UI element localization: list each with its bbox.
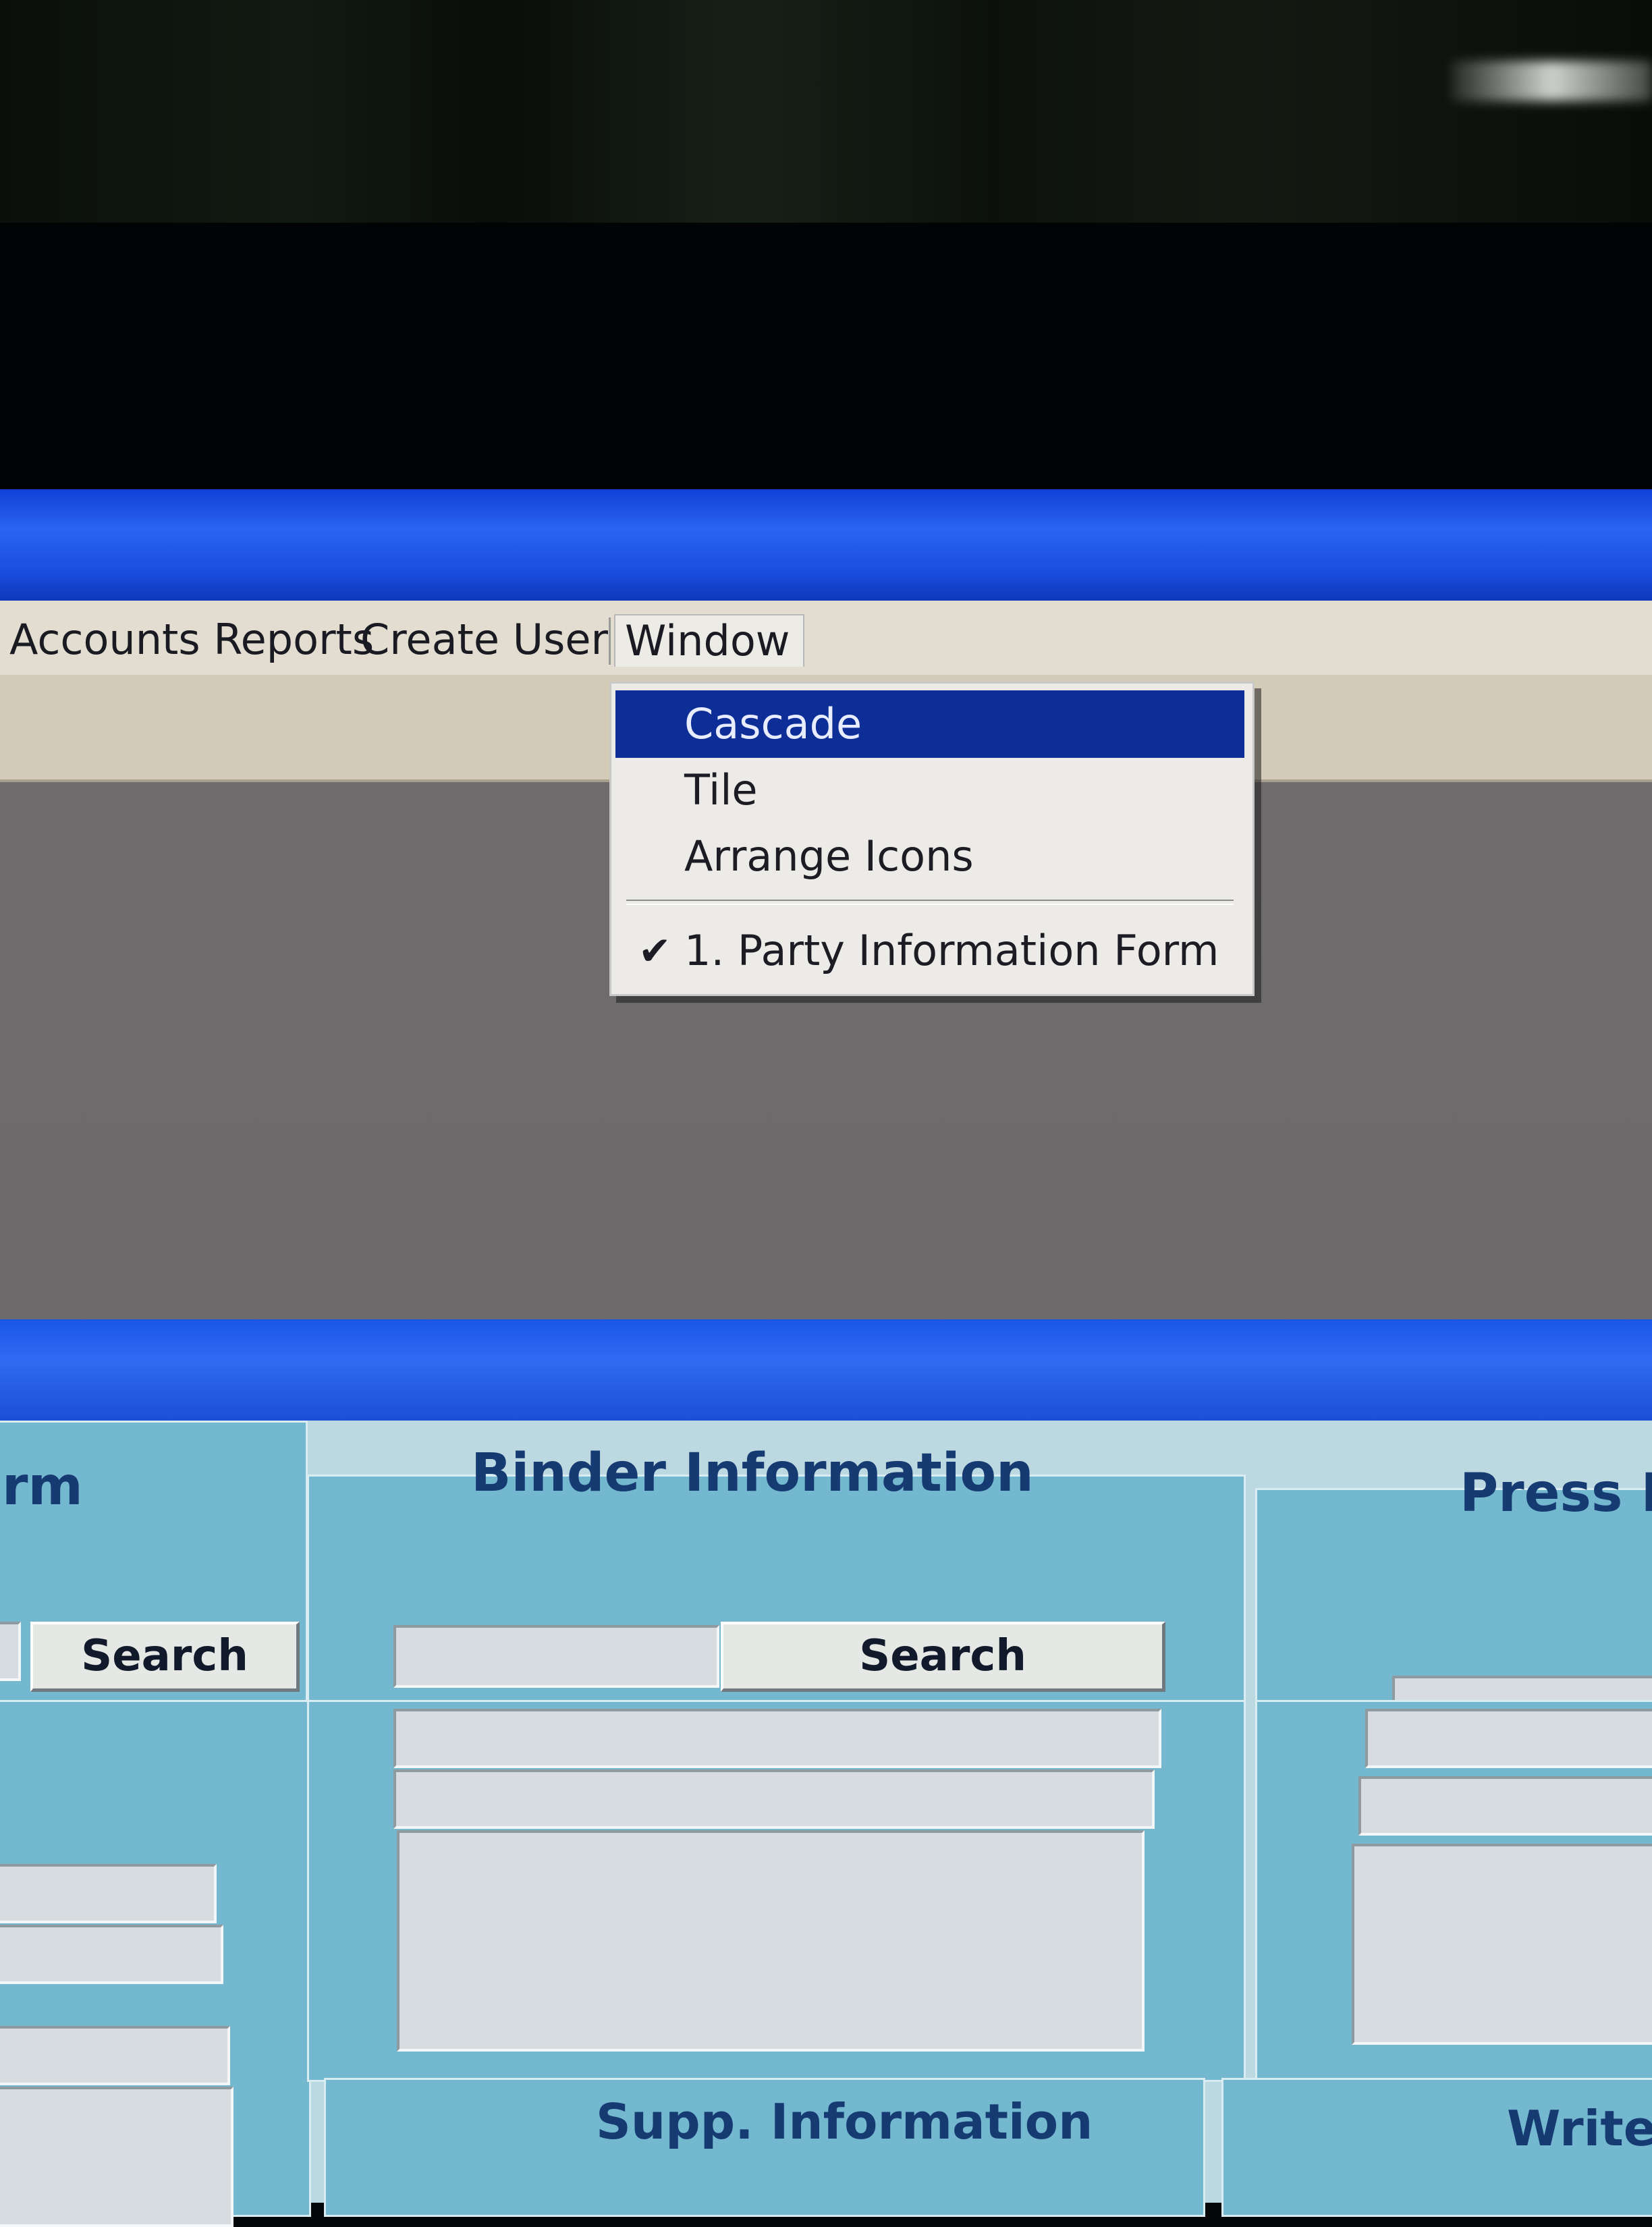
press-panel-title: Press I: [1460, 1463, 1652, 1524]
supp-information-panel: Supp. Information: [324, 2078, 1205, 2217]
background-room: [0, 0, 1652, 236]
write-panel: Write: [1221, 2078, 1652, 2217]
binder-search-input[interactable]: [393, 1625, 719, 1688]
write-panel-title: Write: [1507, 2100, 1652, 2157]
menu-accounts-reports[interactable]: Accounts Reports: [0, 614, 383, 665]
monitor-bezel: [0, 223, 1652, 493]
binder-panel-title: Binder Information: [471, 1443, 1034, 1504]
left-panel: rm Search: [0, 1421, 308, 1717]
menu-window[interactable]: Window: [614, 614, 804, 667]
binder-information-panel: Binder Information Search: [307, 1443, 1246, 1717]
press-information-panel: Press I: [1255, 1463, 1652, 1735]
binder-lower-panel: [307, 1700, 1246, 2082]
menu-item-arrange-icons[interactable]: Arrange Icons: [615, 823, 1244, 890]
binder-field-2[interactable]: [393, 1769, 1155, 1829]
menu-bar: Accounts Reports Create User Window: [0, 601, 1652, 676]
left-panel-title: rm: [2, 1456, 83, 1517]
party-information-form: rm Search Binder Information Search Pres…: [0, 1421, 1652, 1735]
checkmark-icon: ✔: [638, 928, 671, 974]
menu-item-cascade[interactable]: Cascade: [615, 690, 1244, 758]
binder-field-1[interactable]: [393, 1709, 1161, 1768]
press-notes-field[interactable]: [1352, 1844, 1652, 2045]
left-lower-panel: [0, 1700, 311, 2227]
left-search-input[interactable]: [0, 1622, 21, 1681]
menu-separator: [626, 900, 1234, 905]
supp-panel-title: Supp. Information: [596, 2093, 1093, 2150]
press-field-1[interactable]: [1365, 1709, 1652, 1768]
left-field-2[interactable]: [0, 1925, 223, 1984]
binder-notes-field[interactable]: [397, 1830, 1145, 2052]
form-lower-area: Supp. Information Write: [0, 1700, 1652, 2227]
menu-separator: [609, 617, 611, 665]
menu-item-tile[interactable]: Tile: [615, 757, 1244, 824]
left-field-1[interactable]: [0, 1864, 217, 1923]
window-menu-dropdown: Cascade Tile Arrange Icons ✔ 1. Party In…: [609, 682, 1255, 996]
press-lower-panel: [1255, 1700, 1652, 2082]
binder-search-button[interactable]: Search: [721, 1622, 1165, 1692]
left-field-4[interactable]: [0, 2087, 233, 2227]
child-window-titlebar: [0, 1319, 1652, 1421]
left-field-3[interactable]: [0, 2026, 230, 2085]
left-search-button[interactable]: Search: [30, 1622, 300, 1692]
menu-create-user[interactable]: Create User: [351, 614, 617, 665]
menu-item-party-information-form[interactable]: ✔ 1. Party Information Form: [615, 917, 1244, 985]
main-titlebar: [0, 489, 1652, 604]
press-field-2[interactable]: [1358, 1776, 1652, 1836]
